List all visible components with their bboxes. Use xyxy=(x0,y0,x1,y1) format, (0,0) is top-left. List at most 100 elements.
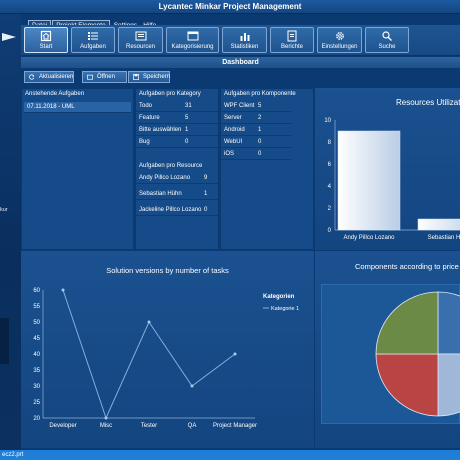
table-row[interactable]: Feature 5 xyxy=(136,113,218,124)
save-icon xyxy=(133,74,139,80)
toolbar-kategorisierung-button[interactable]: Kategorisierung xyxy=(166,27,219,53)
table-row[interactable]: WebUI 0 xyxy=(221,137,291,148)
pie-slice xyxy=(437,291,460,355)
list-item[interactable]: 07.11.2018 - UML xyxy=(24,102,131,113)
toolbar-label: Einstellungen xyxy=(321,44,358,50)
category-icon xyxy=(187,31,198,41)
toolbar-label: Berichte xyxy=(280,44,303,50)
pie-slice xyxy=(437,353,460,417)
resource-name: Andy Pillco Lozano xyxy=(139,175,191,181)
y-tick-label: 60 xyxy=(33,288,40,294)
toolbar-einstellungen-button[interactable]: Einstellungen xyxy=(317,27,362,53)
tasks-per-category-panel: Aufgaben pro Kategory Todo 31 Feature 5 Bi… xyxy=(135,88,219,250)
folder-icon xyxy=(87,74,93,80)
versions-chart: 60 55 50 45 40 35 30 25 20 Developer Misc Tester QA P… xyxy=(33,288,299,429)
category-count: 0 xyxy=(185,139,189,145)
toolbar-label: Suche xyxy=(378,44,396,50)
table-row[interactable]: Jackeline Pillco Lozano 0 xyxy=(136,205,218,216)
category-header: Aufgaben pro Kategory xyxy=(139,91,201,97)
resource-count: 9 xyxy=(204,175,208,181)
data-point xyxy=(104,416,108,420)
resources-chart: 10 8 6 4 2 0 Andy Pillco Lozano Sebastian Hühn xyxy=(324,118,460,241)
resource-count: 0 xyxy=(204,207,208,213)
refresh-button[interactable]: Aktualisieren xyxy=(24,71,74,83)
status-bar: ecz2.prt xyxy=(0,450,460,460)
x-tick-label: Tester xyxy=(141,423,157,429)
table-row[interactable]: Android 1 xyxy=(221,125,291,136)
x-tick-label: Developer xyxy=(49,423,76,429)
open-label: Öffnen xyxy=(97,74,115,80)
table-row[interactable]: WPF Client 5 xyxy=(221,101,291,112)
table-row[interactable]: Todo 31 xyxy=(136,101,218,112)
x-tick-label: Andy Pillco Lozano xyxy=(343,235,395,241)
logo-arrow-icon xyxy=(2,33,16,41)
y-tick-label: 8 xyxy=(328,140,332,146)
y-tick-label: 4 xyxy=(328,184,332,190)
toolbar-label: Resourcen xyxy=(125,44,155,50)
refresh-label: Aktualisieren xyxy=(39,74,74,80)
save-label: Speichern xyxy=(143,74,171,80)
components-chart-title: Components according to price xyxy=(355,262,459,271)
pie-slice xyxy=(375,291,439,355)
component-count: 2 xyxy=(258,115,262,121)
data-point xyxy=(147,320,151,324)
component-count: 0 xyxy=(258,151,262,157)
toolbar-label: Statistiken xyxy=(230,44,259,50)
category-count: 31 xyxy=(185,103,192,109)
search-icon xyxy=(382,31,392,41)
data-point xyxy=(61,288,65,292)
save-button[interactable]: Speichern xyxy=(128,71,170,83)
y-tick-label: 25 xyxy=(33,400,40,406)
reports-icon xyxy=(287,30,297,42)
table-row[interactable]: Server 2 xyxy=(221,113,291,124)
tasks-per-component-panel: Aufgaben pro Komponente WPF Client 5 Serv… xyxy=(220,88,314,250)
left-panel-text: kur xyxy=(0,207,8,213)
pending-tasks-panel: Anstehende Aufgaben 07.11.2018 - UML xyxy=(21,88,134,250)
dashboard-title: Dashboard xyxy=(21,57,460,68)
toolbar-label: Start xyxy=(39,44,53,50)
resource-count: 1 xyxy=(204,191,208,197)
y-tick-label: 55 xyxy=(33,304,40,310)
toolbar-suche-button[interactable]: Suche xyxy=(365,27,409,53)
component-name: Android xyxy=(224,127,245,133)
toolbar-resourcen-button[interactable]: Resourcen xyxy=(118,27,163,53)
data-point xyxy=(233,352,237,356)
toolbar-aufgaben-button[interactable]: Aufgaben xyxy=(71,27,115,53)
left-panel xyxy=(0,14,21,450)
component-count: 1 xyxy=(258,127,262,133)
table-row[interactable]: Sebastian Hühn 1 xyxy=(136,189,218,200)
x-tick-label: QA xyxy=(188,423,197,429)
table-row[interactable]: Bug 0 xyxy=(136,137,218,148)
resource-header: Aufgaben pro Resource xyxy=(139,163,203,169)
component-name: iOS xyxy=(224,151,235,157)
pie-slice xyxy=(375,353,439,417)
refresh-icon xyxy=(29,74,35,80)
bar xyxy=(337,130,401,231)
toolbar-statistiken-button[interactable]: Statistiken xyxy=(222,27,267,53)
open-button[interactable]: Öffnen xyxy=(82,71,127,83)
list-icon xyxy=(88,32,98,40)
toolbar-berichte-button[interactable]: Berichte xyxy=(270,27,314,53)
y-tick-label: 35 xyxy=(33,368,40,374)
versions-chart-title: Solution versions by number of tasks xyxy=(106,266,229,275)
statistics-icon xyxy=(240,33,249,41)
app-title: Lycantec Minkar Project Management xyxy=(158,2,302,11)
toolbar-start-button[interactable]: Start xyxy=(24,27,68,53)
gear-icon xyxy=(335,32,344,40)
bar xyxy=(417,218,460,231)
table-row[interactable]: Andy Pillco Lozano 9 xyxy=(136,173,218,184)
component-name: WebUI xyxy=(224,139,243,145)
legend-item: Kategorie 1 xyxy=(271,306,299,312)
task-label: 07.11.2018 - UML xyxy=(27,104,75,110)
table-row[interactable]: Bitte auswählen 1 xyxy=(136,125,218,136)
x-tick-label: Project Manager xyxy=(213,423,257,429)
x-tick-label: Sebastian Hühn xyxy=(428,235,460,241)
y-tick-label: 0 xyxy=(328,228,332,234)
table-row[interactable]: iOS 0 xyxy=(221,149,291,160)
category-name: Todo xyxy=(139,103,153,109)
y-tick-label: 50 xyxy=(33,320,40,326)
legend-title: Kategorien xyxy=(263,294,295,300)
y-tick-label: 6 xyxy=(328,162,332,168)
category-name: Bitte auswählen xyxy=(139,127,182,133)
pending-tasks-header: Anstehende Aufgaben xyxy=(25,91,85,97)
